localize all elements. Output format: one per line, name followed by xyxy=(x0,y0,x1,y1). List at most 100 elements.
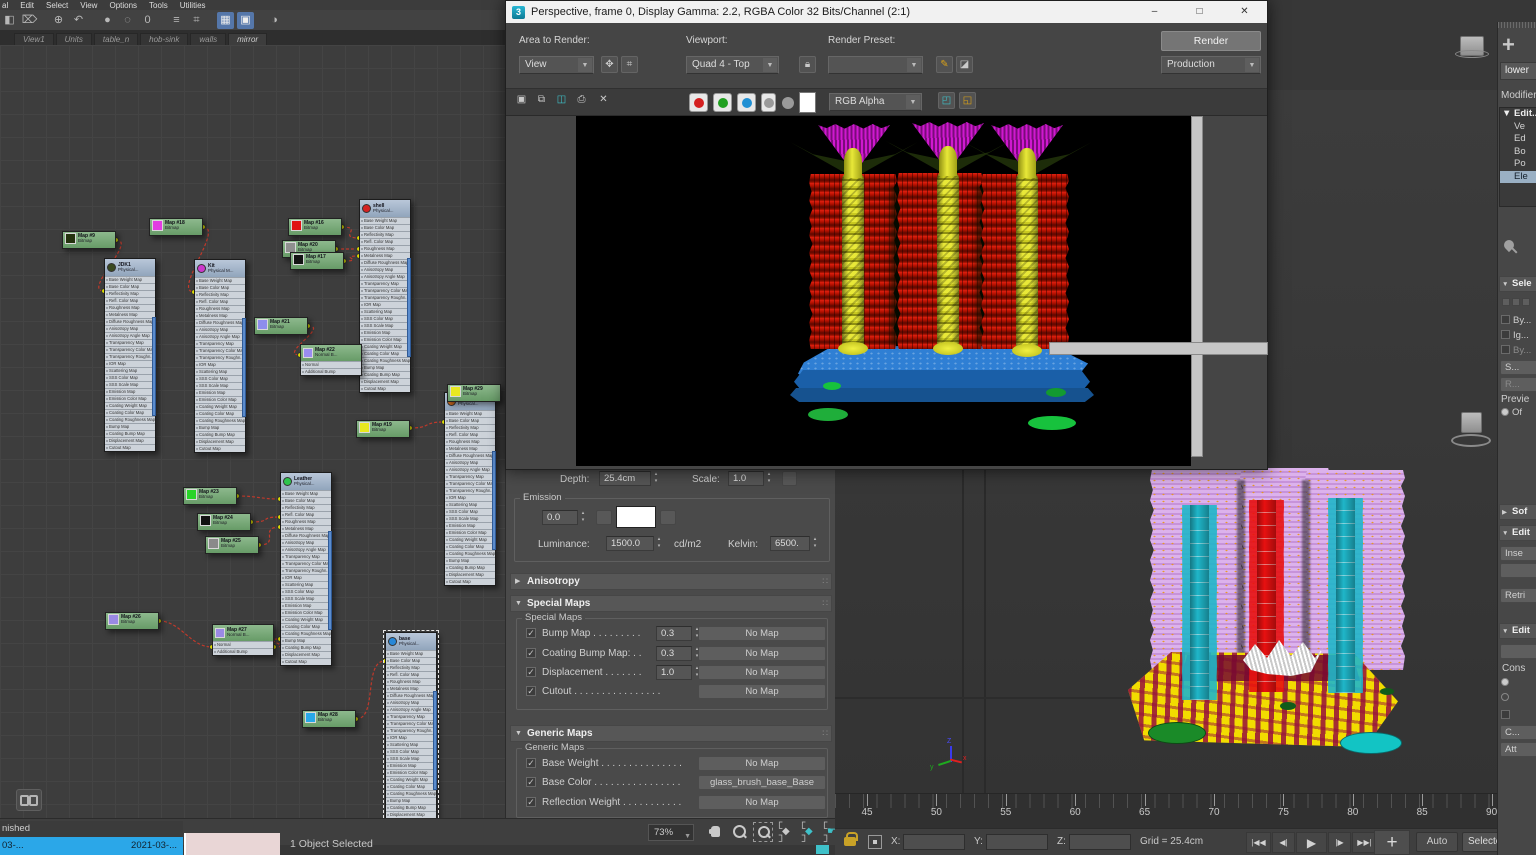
z-coordinate-field[interactable] xyxy=(1069,834,1131,850)
node-slot[interactable]: Coating Weight Map xyxy=(281,616,331,623)
zoom-icon[interactable] xyxy=(729,822,749,842)
node-slot[interactable]: Coating Color Map xyxy=(105,409,155,416)
node-slot[interactable]: Coating Color Map xyxy=(195,410,245,417)
subobject-icons[interactable] xyxy=(1502,298,1530,306)
node-slot[interactable]: Coating Roughness Map xyxy=(105,416,155,423)
print-image-icon[interactable]: ⎙ xyxy=(573,92,590,109)
zoom-region-icon[interactable] xyxy=(753,822,773,842)
zoom-extents-icon[interactable]: ◆ xyxy=(777,822,797,842)
scale-spinner[interactable]: ▴▾ xyxy=(764,471,774,486)
node-slot[interactable]: Base Weight Map xyxy=(360,217,410,224)
node-slot[interactable]: Additional Bump xyxy=(301,368,361,375)
node-slot[interactable]: Coating Color Map xyxy=(445,543,495,550)
node-slot[interactable]: Transparency Roughn... xyxy=(105,353,155,360)
node-slot[interactable]: SSS Color Map xyxy=(195,375,245,382)
map-slot-button[interactable]: No Map xyxy=(698,795,826,810)
green-channel-icon[interactable] xyxy=(713,93,732,112)
node-slot[interactable]: Bump Map xyxy=(386,797,436,804)
clipped-icon[interactable]: ◧ xyxy=(1,12,18,29)
node-slot[interactable]: Roughness Map xyxy=(195,305,245,312)
environment-icon[interactable]: ◪ xyxy=(956,56,973,73)
node-slot[interactable]: Diffuse Roughness Map xyxy=(445,452,495,459)
node-slot[interactable]: Emission Color Map xyxy=(281,609,331,616)
depth-field[interactable]: 25.4cm xyxy=(599,471,651,486)
node-slot[interactable]: Coating Bump Map xyxy=(281,644,331,651)
depth-spinner[interactable]: ▴▾ xyxy=(651,471,661,486)
slate-zoom-dropdown[interactable]: 73%▼ xyxy=(648,824,694,841)
menu-item-tools[interactable]: Tools xyxy=(149,1,168,10)
map-node-map23[interactable]: Map #23Bitmap xyxy=(183,487,237,505)
modifier-stack-item[interactable]: Ve xyxy=(1500,121,1536,134)
map-node-map17[interactable]: Map #17Bitmap xyxy=(290,252,344,270)
menu-item-view[interactable]: View xyxy=(80,1,97,10)
material-node-pot[interactable]: potPhysical...Base Weight MapBase Color … xyxy=(444,392,496,586)
toolbar-cube-icon[interactable] xyxy=(1455,36,1489,62)
auto-key-button[interactable]: Auto xyxy=(1416,832,1458,852)
map-slot-button[interactable]: No Map xyxy=(698,756,826,771)
maxscript-listener-line[interactable]: 03-... 2021-03-... xyxy=(0,837,183,855)
node-slot[interactable]: Metalness Map xyxy=(105,311,155,318)
map-node-map24[interactable]: Map #24Bitmap xyxy=(197,513,251,531)
emission-map-button[interactable] xyxy=(596,510,612,525)
alpha-channel-icon[interactable] xyxy=(782,97,794,109)
node-slot[interactable]: Transparency Color Map xyxy=(445,480,495,487)
constraint-radio-2[interactable] xyxy=(1501,692,1512,703)
node-slot[interactable]: Roughness Map xyxy=(281,518,331,525)
ignore-backfacing-checkbox[interactable]: Ig... xyxy=(1501,330,1529,341)
node-slot[interactable]: Anisotropy Map xyxy=(281,539,331,546)
isolate-toggle-icon[interactable] xyxy=(816,845,829,854)
material-node-shell[interactable]: shellPhysical...Base Weight MapBase Colo… xyxy=(359,199,411,393)
node-slot[interactable]: Reflectivity Map xyxy=(360,231,410,238)
shrink-button[interactable]: S... xyxy=(1500,360,1536,375)
map-amount-field[interactable]: 0.3 xyxy=(656,646,692,661)
map-enable-checkbox[interactable]: ✓ xyxy=(526,758,536,768)
node-slot[interactable]: Coating Bump Map xyxy=(386,804,436,811)
node-slot[interactable]: SSS Scale Map xyxy=(281,595,331,602)
pan-icon[interactable] xyxy=(706,822,726,842)
node-tree-icon[interactable]: ⌗ xyxy=(188,12,205,29)
rendered-image[interactable] xyxy=(576,116,1191,466)
node-slot[interactable]: Scattering Map xyxy=(445,501,495,508)
node-slot[interactable]: Bump Map xyxy=(445,557,495,564)
node-slot[interactable]: Transparency Color Map xyxy=(105,346,155,353)
node-slot[interactable]: Coating Color Map xyxy=(360,350,410,357)
view-tab-table_n[interactable]: table_n xyxy=(94,33,138,45)
object-name-field[interactable]: lower xyxy=(1500,62,1536,80)
map-node-map9[interactable]: Map #9Bitmap xyxy=(62,231,116,249)
node-slot[interactable]: Emission Color Map xyxy=(386,769,436,776)
maximize-button[interactable]: □ xyxy=(1177,1,1222,23)
node-slot[interactable]: Reflectivity Map xyxy=(281,504,331,511)
node-slot[interactable]: Transparency Color Map xyxy=(281,560,331,567)
node-slot[interactable]: SSS Color Map xyxy=(281,588,331,595)
area-to-render-dropdown[interactable]: View▼ xyxy=(519,56,594,74)
insert-vertex-button[interactable]: Inse xyxy=(1500,546,1536,561)
node-slot[interactable]: Anisotropy Angle Map xyxy=(445,466,495,473)
node-slot[interactable]: IOR Map xyxy=(360,301,410,308)
node-slot[interactable]: SSS Scale Map xyxy=(445,515,495,522)
node-slot[interactable]: Coating Color Map xyxy=(281,623,331,630)
map-node-map25[interactable]: Map #25Bitmap xyxy=(205,536,259,554)
special-maps-rollout[interactable]: ▼Special Maps∷ xyxy=(510,595,832,612)
node-slot[interactable]: Emission Map xyxy=(360,329,410,336)
node-slot[interactable]: Displacement Map xyxy=(360,378,410,385)
node-slot[interactable]: Base Weight Map xyxy=(105,276,155,283)
next-frame-button[interactable]: |▶ xyxy=(1328,832,1351,853)
background-color-swatch[interactable] xyxy=(799,92,816,113)
node-slot[interactable]: Coating Bump Map xyxy=(195,431,245,438)
node-slot[interactable]: Metalness Map xyxy=(386,685,436,692)
y-coordinate-field[interactable] xyxy=(986,834,1048,850)
node-slot[interactable]: Emission Color Map xyxy=(195,396,245,403)
node-slot[interactable]: Emission Color Map xyxy=(445,529,495,536)
node-slot[interactable]: Cutout Map xyxy=(281,658,331,665)
node-slot[interactable]: IOR Map xyxy=(195,361,245,368)
node-slot[interactable]: Displacement Map xyxy=(445,571,495,578)
render-setup-icon[interactable]: ✎ xyxy=(936,56,953,73)
node-slot[interactable]: Metalness Map xyxy=(445,445,495,452)
render-preset-dropdown[interactable]: ▼ xyxy=(828,56,923,74)
x-coordinate-field[interactable] xyxy=(903,834,965,850)
menu-item-edit[interactable]: Edit xyxy=(20,1,34,10)
node-slot[interactable]: Roughness Map xyxy=(386,678,436,685)
emission-amount-spinner[interactable]: ▴▾ xyxy=(578,510,588,525)
view-tab-View1[interactable]: View1 xyxy=(14,33,54,45)
node-slot[interactable]: Emission Color Map xyxy=(360,336,410,343)
